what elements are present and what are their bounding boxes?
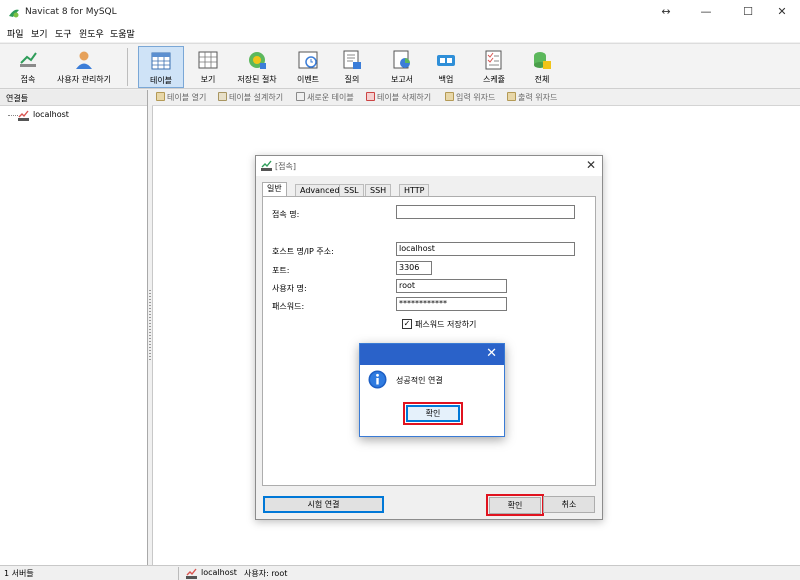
general-tab-panel: 접속 명: 호스트 명/IP 주소: localhost 포트: 3306 사용… [262, 196, 596, 486]
connections-panel: 연결들 localhost [0, 90, 148, 565]
export-wizard-button[interactable]: 출력 위자드 [507, 92, 557, 104]
query-icon [343, 50, 361, 69]
object-toolbar: 테이블 열기 테이블 설계하기 새로운 테이블 테이블 삭제하기 입력 위자드 … [152, 90, 800, 106]
status-divider [178, 567, 179, 580]
connection-icon [18, 110, 29, 121]
port-input[interactable]: 3306 [396, 261, 432, 275]
design-table-icon [218, 92, 227, 101]
status-bar: 1 서버들 localhost 사용자: root [0, 565, 800, 580]
connection-icon [261, 160, 272, 171]
import-wizard-icon [445, 92, 454, 101]
dialog-title-bar: [접속] ✕ [256, 156, 602, 176]
table-icon [151, 52, 171, 70]
window-title: Navicat 8 for MySQL [25, 7, 117, 17]
connections-header: 연결들 [0, 90, 147, 106]
port-label: 포트: [272, 266, 290, 275]
dialog-ok-button[interactable]: 확인 [489, 497, 541, 514]
tab-advanced[interactable]: Advanced [295, 184, 345, 196]
toolbar-separator [127, 48, 128, 86]
event-icon [298, 51, 318, 69]
password-label: 패스워드: [272, 302, 305, 311]
username-label: 사용자 명: [272, 284, 307, 293]
password-input[interactable]: ************ [396, 297, 507, 311]
navicat-app-icon [9, 9, 19, 18]
tab-http[interactable]: HTTP [399, 184, 430, 196]
menu-view[interactable]: 보기 [31, 27, 48, 40]
toolbar-report-button[interactable]: 보고서 [382, 46, 422, 88]
toolbar-user-manager-button[interactable]: 사용자 관리하기 [52, 46, 116, 88]
save-password-label: 패스워드 저장하기 [415, 320, 477, 329]
toolbar-stored-procedure-button[interactable]: 저장된 절차 [232, 46, 282, 88]
menu-tools[interactable]: 도구 [55, 27, 72, 40]
tree-connector-line [8, 115, 18, 116]
menu-help[interactable]: 도움말 [110, 27, 135, 40]
host-input[interactable]: localhost [396, 242, 575, 256]
message-close-icon[interactable]: ✕ [486, 346, 497, 361]
status-host: localhost [201, 568, 237, 577]
user-manager-icon [76, 51, 92, 69]
connection-icon [186, 568, 197, 579]
dialog-close-icon[interactable]: ✕ [586, 158, 596, 172]
design-table-button[interactable]: 테이블 설계하기 [218, 92, 283, 104]
navicat-window: Navicat 8 for MySQL ↔ — ☐ ✕ 파일 보기 도구 윈도우… [0, 0, 800, 580]
dialog-title: [접속] [275, 162, 296, 171]
open-table-icon [156, 92, 165, 101]
status-user: 사용자: root [244, 569, 288, 578]
menu-file[interactable]: 파일 [7, 27, 24, 40]
tab-ssl[interactable]: SSL [339, 184, 364, 196]
test-connection-button[interactable]: 시험 연결 [263, 496, 384, 513]
minimize-button[interactable]: — [696, 4, 716, 20]
message-ok-button[interactable]: 확인 [406, 405, 460, 422]
new-table-icon [296, 92, 305, 101]
menu-window[interactable]: 윈도우 [79, 27, 104, 40]
splitter-grip[interactable] [149, 290, 151, 360]
close-button[interactable]: ✕ [772, 4, 792, 20]
connection-dialog: [접속] ✕ 일반 Advanced SSL SSH HTTP 접속 명: 호스… [255, 155, 603, 520]
stored-procedure-icon [249, 52, 266, 69]
message-text: 성공적인 연결 [396, 376, 443, 385]
title-bar: Navicat 8 for MySQL ↔ — ☐ ✕ [0, 0, 800, 26]
status-server-count: 1 서버들 [4, 569, 34, 578]
export-wizard-icon [507, 92, 516, 101]
menu-bar: 파일 보기 도구 윈도우 도움말 [0, 26, 800, 42]
backup-icon [437, 55, 455, 66]
success-message-box: ✕ 성공적인 연결 확인 [359, 343, 505, 437]
username-input[interactable]: root [396, 279, 507, 293]
conn-name-input[interactable] [396, 205, 575, 219]
import-wizard-button[interactable]: 입력 위자드 [445, 92, 495, 104]
toolbar-event-button[interactable]: 이벤트 [288, 46, 328, 88]
tab-ssh[interactable]: SSH [365, 184, 392, 196]
open-table-button[interactable]: 테이블 열기 [156, 92, 206, 104]
main-toolbar: 접속 사용자 관리하기 테이블 보기 저장된 절차 이벤트 질의 보고서 백업 … [0, 43, 800, 89]
resize-icon[interactable]: ↔ [656, 4, 676, 20]
maximize-button[interactable]: ☐ [738, 4, 758, 20]
toolbar-query-button[interactable]: 질의 [334, 46, 370, 88]
view-icon [198, 51, 218, 69]
toolbar-backup-button[interactable]: 백업 [428, 46, 464, 88]
new-table-button[interactable]: 새로운 테이블 [296, 92, 354, 104]
toolbar-all-button[interactable]: 전체 [524, 46, 560, 88]
tab-general[interactable]: 일반 [262, 182, 287, 196]
toolbar-table-button[interactable]: 테이블 [138, 46, 184, 88]
delete-table-icon [366, 92, 375, 101]
message-title-bar: ✕ [360, 344, 504, 365]
toolbar-view-button[interactable]: 보기 [188, 46, 228, 88]
schedule-icon [485, 50, 502, 70]
toolbar-connect-button[interactable]: 접속 [8, 46, 48, 88]
dialog-cancel-button[interactable]: 취소 [543, 496, 595, 513]
toolbar-schedule-button[interactable]: 스케쥴 [474, 46, 514, 88]
delete-table-button[interactable]: 테이블 삭제하기 [366, 92, 431, 104]
save-password-checkbox[interactable]: ✓ [402, 319, 412, 329]
info-icon [368, 370, 387, 389]
host-label: 호스트 명/IP 주소: [272, 247, 334, 256]
conn-name-label: 접속 명: [272, 210, 300, 219]
report-icon [393, 50, 410, 69]
all-icon [534, 52, 551, 69]
connect-icon [20, 52, 37, 67]
